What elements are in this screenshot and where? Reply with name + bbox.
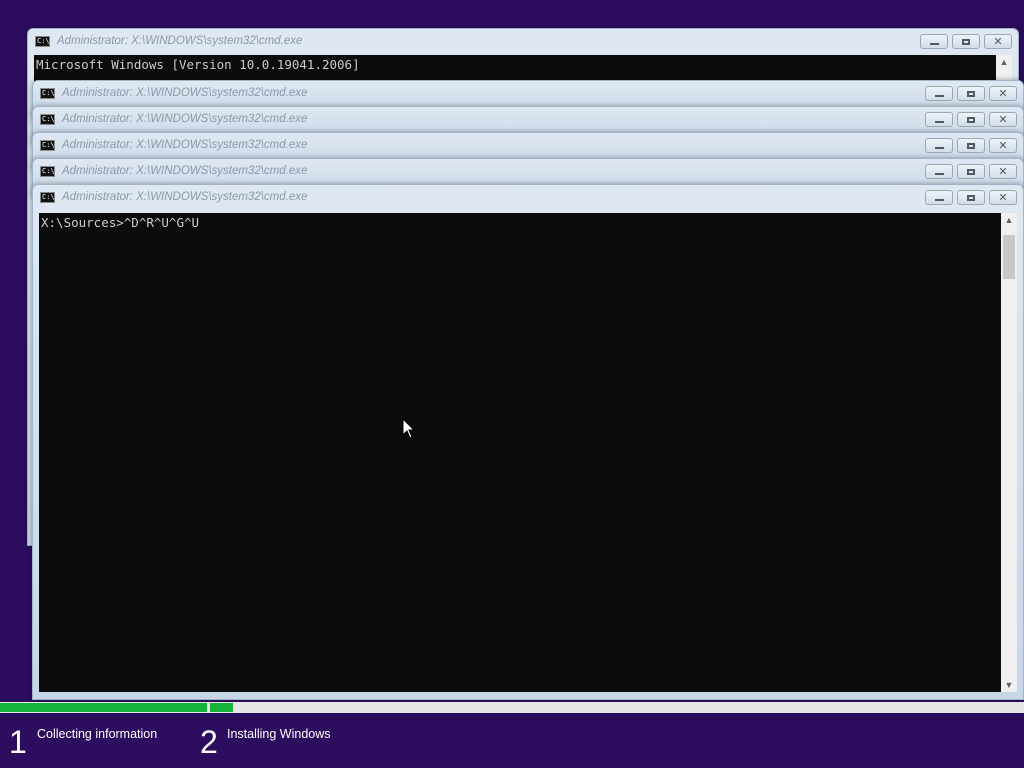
- minimize-icon: [929, 42, 939, 45]
- close-button[interactable]: ✕: [989, 190, 1017, 205]
- maximize-icon: [967, 116, 975, 123]
- close-icon: ✕: [998, 191, 1008, 204]
- minimize-icon: [934, 120, 944, 123]
- title-bar[interactable]: C:\ Administrator: X:\WINDOWS\system32\c…: [33, 185, 1023, 211]
- close-button[interactable]: ✕: [989, 138, 1017, 153]
- step-label: Installing Windows: [227, 727, 331, 741]
- close-button[interactable]: ✕: [989, 112, 1017, 127]
- cmd-icon: C:\: [40, 192, 55, 203]
- title-bar[interactable]: C:\ Administrator: X:\WINDOWS\system32\c…: [33, 133, 1023, 159]
- close-icon: ✕: [993, 35, 1003, 48]
- window-title: Administrator: X:\WINDOWS\system32\cmd.e…: [62, 139, 308, 151]
- maximize-icon: [967, 142, 975, 149]
- maximize-button[interactable]: [957, 164, 985, 179]
- vertical-scrollbar[interactable]: ▲ ▼: [1001, 213, 1017, 692]
- cmd-window-front[interactable]: C:\ Administrator: X:\WINDOWS\system32\c…: [32, 184, 1024, 700]
- maximize-icon: [962, 38, 970, 45]
- cmd-icon: C:\: [40, 140, 55, 151]
- window-title: Administrator: X:\WINDOWS\system32\cmd.e…: [62, 165, 308, 177]
- title-bar[interactable]: C:\ Administrator: X:\WINDOWS\system32\c…: [28, 29, 1018, 55]
- maximize-button[interactable]: [957, 138, 985, 153]
- mouse-pointer-icon: [402, 417, 416, 445]
- close-button[interactable]: ✕: [989, 164, 1017, 179]
- scroll-up-icon[interactable]: ▲: [996, 55, 1012, 69]
- close-icon: ✕: [998, 165, 1008, 178]
- minimize-button[interactable]: [925, 86, 953, 101]
- minimize-button[interactable]: [925, 112, 953, 127]
- step-label: Collecting information: [37, 727, 158, 741]
- cmd-icon: C:\: [40, 166, 55, 177]
- minimize-icon: [934, 172, 944, 175]
- maximize-button[interactable]: [957, 190, 985, 205]
- title-bar[interactable]: C:\ Administrator: X:\WINDOWS\system32\c…: [33, 107, 1023, 133]
- scrollbar-thumb[interactable]: [1003, 235, 1015, 279]
- minimize-button[interactable]: [925, 190, 953, 205]
- window-title: Administrator: X:\WINDOWS\system32\cmd.e…: [57, 35, 303, 47]
- minimize-icon: [934, 146, 944, 149]
- step-number: 2: [200, 724, 218, 760]
- minimize-button[interactable]: [925, 138, 953, 153]
- command-prompt: X:\Sources>^D^R^U^G^U: [41, 215, 200, 230]
- maximize-button[interactable]: [957, 86, 985, 101]
- minimize-button[interactable]: [925, 164, 953, 179]
- cmd-icon: C:\: [40, 88, 55, 99]
- console-output[interactable]: X:\Sources>^D^R^U^G^U: [39, 213, 1001, 692]
- maximize-icon: [967, 90, 975, 97]
- step-number: 1: [9, 724, 27, 760]
- cmd-icon: C:\: [40, 114, 55, 125]
- title-bar[interactable]: C:\ Administrator: X:\WINDOWS\system32\c…: [33, 81, 1023, 107]
- scroll-up-icon[interactable]: ▲: [1001, 213, 1017, 227]
- maximize-icon: [967, 194, 975, 201]
- title-bar[interactable]: C:\ Administrator: X:\WINDOWS\system32\c…: [33, 159, 1023, 185]
- close-icon: ✕: [998, 113, 1008, 126]
- cmd-icon: C:\: [35, 36, 50, 47]
- console-text: Microsoft Windows [Version 10.0.19041.20…: [36, 57, 360, 72]
- maximize-icon: [967, 168, 975, 175]
- close-button[interactable]: ✕: [989, 86, 1017, 101]
- window-title: Administrator: X:\WINDOWS\system32\cmd.e…: [62, 113, 308, 125]
- scroll-down-icon[interactable]: ▼: [1001, 678, 1017, 692]
- minimize-button[interactable]: [920, 34, 948, 49]
- minimize-icon: [934, 198, 944, 201]
- progress-step1-fill: [0, 703, 207, 712]
- progress-step2-fill: [210, 703, 233, 712]
- setup-progress-bar: [0, 702, 1024, 713]
- maximize-button[interactable]: [952, 34, 980, 49]
- close-icon: ✕: [998, 87, 1008, 100]
- close-icon: ✕: [998, 139, 1008, 152]
- minimize-icon: [934, 94, 944, 97]
- window-title: Administrator: X:\WINDOWS\system32\cmd.e…: [62, 87, 308, 99]
- maximize-button[interactable]: [957, 112, 985, 127]
- window-title: Administrator: X:\WINDOWS\system32\cmd.e…: [62, 191, 308, 203]
- close-button[interactable]: ✕: [984, 34, 1012, 49]
